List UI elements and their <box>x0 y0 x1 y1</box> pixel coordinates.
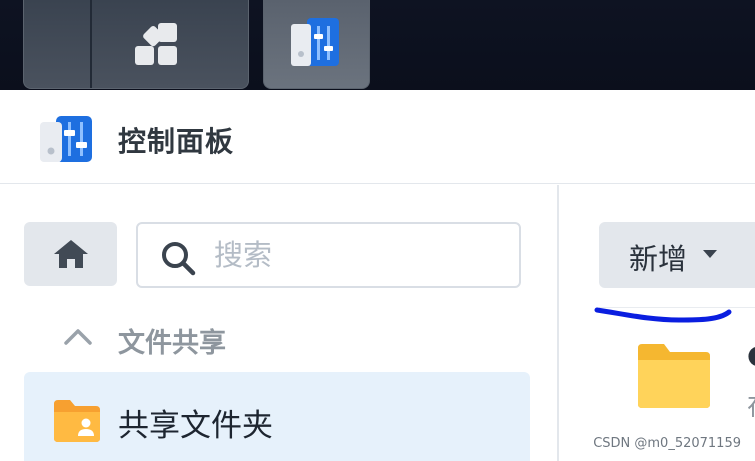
taskbar-divider <box>90 0 92 88</box>
sidebar-item-shared-folder[interactable]: 共享文件夹 <box>24 372 530 461</box>
search-input[interactable] <box>214 234 504 276</box>
group-header-file-sharing[interactable]: 文件共享 <box>62 319 362 359</box>
sidebar: 文件共享 共享文件夹 <box>0 185 557 461</box>
sidebar-item-label: 共享文件夹 <box>118 408 273 444</box>
group-label: 文件共享 <box>118 328 226 359</box>
annotation-underline <box>594 307 732 323</box>
window-header: 控制面板 <box>0 90 755 184</box>
new-button[interactable]: 新增 <box>599 222 755 288</box>
home-icon <box>54 240 88 268</box>
shared-folder-icon <box>54 400 100 442</box>
row-desc-text: 在 <box>747 386 755 423</box>
folder-icon <box>638 344 710 408</box>
chevron-up-icon <box>64 329 92 345</box>
taskbar <box>0 0 755 90</box>
home-button[interactable] <box>24 222 117 286</box>
page-title: 控制面板 <box>118 125 235 158</box>
row-name-text: ● <box>747 340 755 370</box>
grid-icon <box>135 23 177 65</box>
control-panel-icon <box>40 116 92 162</box>
new-button-label: 新增 <box>629 242 688 276</box>
caret-down-icon <box>703 250 717 258</box>
watermark: CSDN @m0_52071159 <box>593 436 741 451</box>
control-panel-icon <box>291 18 339 66</box>
search-icon <box>162 242 196 276</box>
search-box[interactable] <box>136 222 521 288</box>
